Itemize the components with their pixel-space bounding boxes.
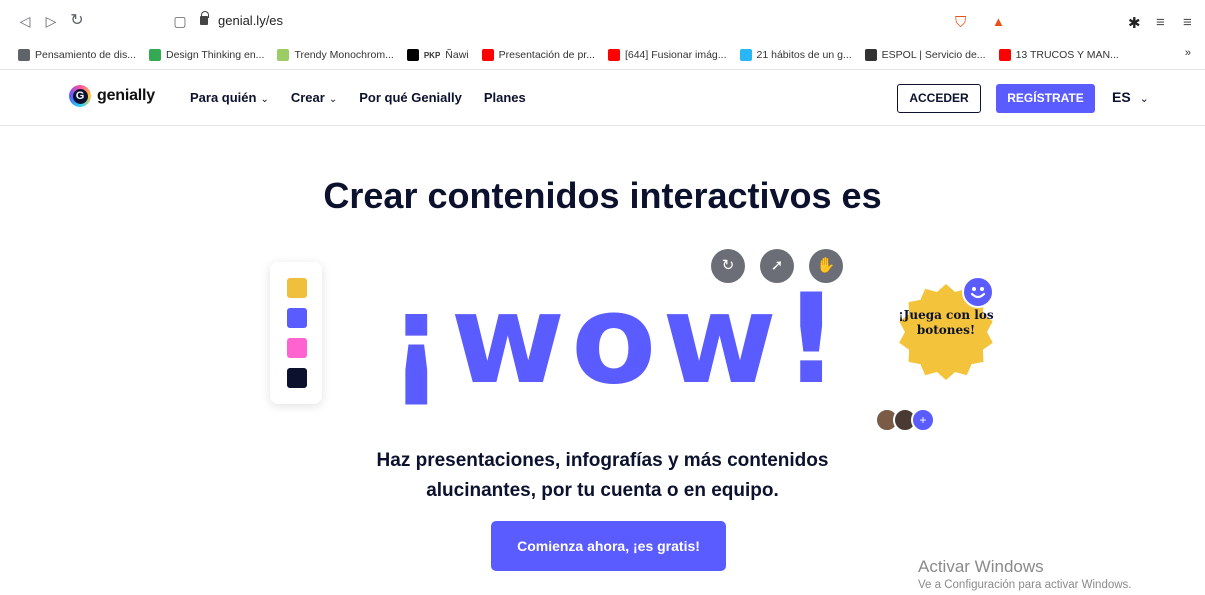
bookmark-item[interactable]: Design Thinking en... bbox=[148, 49, 265, 61]
bookmark-label: ESPOL | Servicio de... bbox=[881, 49, 986, 61]
language-label: ES bbox=[1112, 89, 1131, 105]
chevron-down-icon: ⌄ bbox=[328, 94, 338, 105]
main-nav: Para quién ⌄ Crear ⌄ Por qué Genially Planes bbox=[190, 90, 526, 105]
nav-item-label: Crear bbox=[290, 90, 325, 105]
bookmark-favicon-icon bbox=[607, 49, 620, 61]
nav-item[interactable]: Crear ⌄ bbox=[291, 90, 337, 105]
nav-item[interactable]: Planes bbox=[484, 90, 526, 105]
bookmark-label: Presentación de pr... bbox=[498, 49, 595, 61]
lock-icon bbox=[200, 10, 209, 25]
menu-icon[interactable]: ≡ bbox=[1183, 14, 1192, 31]
swatch-blue[interactable] bbox=[287, 308, 307, 328]
url-text: genial.ly/es bbox=[218, 12, 284, 28]
bookmark-label: 21 hábitos de un g... bbox=[756, 49, 852, 61]
extensions-icon[interactable]: ✱ bbox=[1128, 14, 1141, 32]
logo[interactable]: G genially bbox=[69, 85, 155, 107]
windows-activation-watermark: Activar Windows Ve a Configuración para … bbox=[918, 557, 1132, 591]
badge-text: ¡Juega con los botones! bbox=[898, 308, 994, 337]
swatch-pink[interactable] bbox=[287, 338, 307, 358]
genially-logo-icon: G bbox=[69, 85, 91, 107]
browser-chrome: ◁ ▷ ↻ ▢ genial.ly/es ⛉ ▲ ✱ ≡ ≡ Pensamien… bbox=[0, 0, 1205, 70]
bookmark-favicon-icon bbox=[148, 49, 161, 61]
bookmark-item[interactable]: ESPOL | Servicio de... bbox=[864, 49, 986, 61]
language-selector[interactable]: ES ⌄ bbox=[1112, 89, 1149, 105]
bookmark-item[interactable]: Pensamiento de dis... bbox=[18, 49, 136, 61]
cta-button[interactable]: Comienza ahora, ¡es gratis! bbox=[491, 521, 726, 571]
bookmark-item[interactable]: 21 hábitos de un g... bbox=[739, 49, 852, 61]
bookmark-favicon-icon bbox=[739, 49, 752, 61]
brave-shield-icon[interactable]: ⛉ bbox=[955, 14, 966, 31]
bookmark-label: Ñawi bbox=[445, 49, 469, 61]
bookmark-favicon-icon bbox=[864, 49, 877, 61]
bookmark-label: 13 TRUCOS Y MAN... bbox=[1015, 49, 1119, 61]
nav-item-label: Para quién bbox=[190, 90, 257, 105]
bookmark-favicon-icon bbox=[406, 49, 419, 61]
add-user-icon[interactable]: + bbox=[911, 408, 935, 432]
bookmark-label: Pensamiento de dis... bbox=[35, 49, 136, 61]
reload-icon[interactable]: ↻ bbox=[68, 12, 86, 30]
bookmark-item[interactable]: Trendy Monochrom... bbox=[277, 49, 394, 61]
nav-item-label: Por qué Genially bbox=[359, 90, 462, 105]
bookmark-prefix: PKP bbox=[423, 50, 441, 60]
forward-icon[interactable]: ▷ bbox=[42, 12, 60, 30]
watermark-title: Activar Windows bbox=[918, 557, 1044, 576]
chevron-down-icon: ⌄ bbox=[1139, 93, 1149, 105]
brave-rewards-icon[interactable]: ▲ bbox=[992, 14, 1005, 29]
hero-subtitle: Haz presentaciones, infografías y más co… bbox=[376, 450, 829, 501]
hero-title: Crear contenidos interactivos es bbox=[323, 175, 882, 216]
login-button[interactable]: ACCEDER bbox=[897, 84, 981, 113]
bookmark-favicon-icon bbox=[277, 49, 290, 61]
bookmark-favicon-icon bbox=[18, 49, 30, 61]
bookmarks-bar: Pensamiento de dis... Design Thinking en.… bbox=[0, 43, 1205, 67]
bookmark-item[interactable]: Presentación de pr... bbox=[481, 49, 595, 61]
nav-item[interactable]: Para quién ⌄ bbox=[190, 90, 269, 105]
bookmark-label: [644] Fusionar imág... bbox=[624, 49, 727, 61]
swatch-yellow[interactable] bbox=[287, 278, 307, 298]
wow-text[interactable]: ¡wow! bbox=[388, 278, 845, 402]
bookmark-label: Design Thinking en... bbox=[165, 49, 265, 61]
reading-list-icon[interactable]: ≡ bbox=[1156, 14, 1165, 31]
collaborators: + bbox=[875, 408, 935, 432]
chevron-down-icon: ⌄ bbox=[260, 94, 269, 105]
signup-button[interactable]: REGÍSTRATE bbox=[996, 84, 1095, 113]
bookmark-label: Trendy Monochrom... bbox=[294, 49, 394, 61]
back-icon[interactable]: ◁ bbox=[16, 12, 34, 30]
bookmark-item[interactable]: [644] Fusionar imág... bbox=[607, 49, 727, 61]
bookmark-favicon-icon bbox=[998, 49, 1011, 61]
bookmark-favicon-icon bbox=[481, 49, 494, 61]
bookmark-item[interactable]: PKP Ñawi bbox=[406, 49, 469, 61]
smile-icon bbox=[962, 276, 994, 308]
nav-item-label: Planes bbox=[483, 90, 526, 105]
color-palette[interactable] bbox=[270, 262, 322, 404]
watermark-subtitle: Ve a Configuración para activar Windows. bbox=[918, 579, 1132, 591]
site-header: G genially Para quién ⌄ Crear ⌄ Por qué Geni… bbox=[0, 72, 1205, 126]
bookmarks-more[interactable]: » bbox=[1185, 47, 1191, 59]
nav-item[interactable]: Por qué Genially bbox=[359, 90, 462, 105]
address-bar[interactable]: genial.ly/es bbox=[168, 6, 1023, 34]
logo-text: genially bbox=[97, 87, 155, 104]
swatch-navy[interactable] bbox=[287, 368, 307, 388]
bookmark-item[interactable]: 13 TRUCOS Y MAN... bbox=[998, 49, 1119, 61]
